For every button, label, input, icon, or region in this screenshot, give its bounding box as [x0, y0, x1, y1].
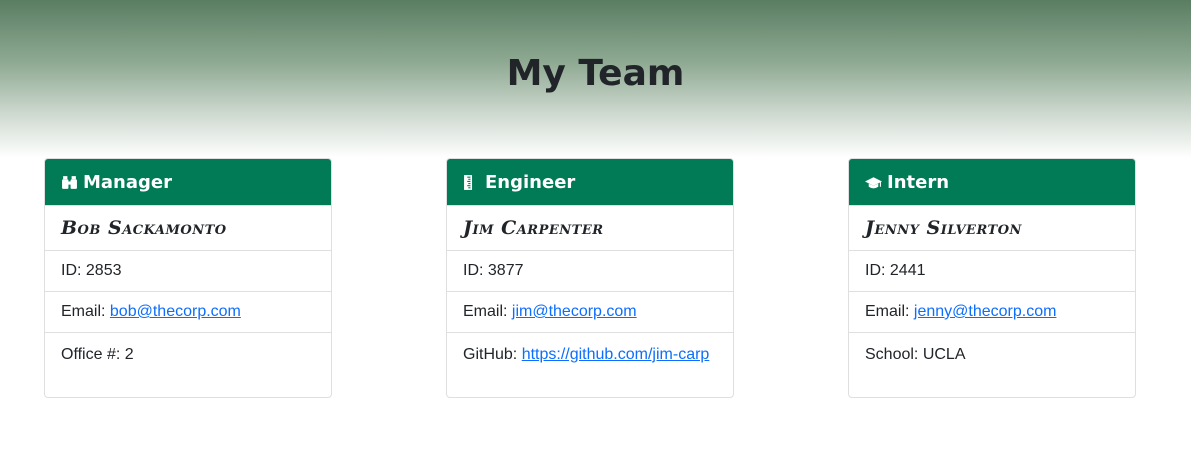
member-name: Jenny Silverton	[849, 205, 1135, 250]
email-link[interactable]: bob@thecorp.com	[110, 303, 241, 321]
member-github-row: GitHub: https://github.com/jim-carp	[447, 332, 733, 367]
email-label: Email:	[463, 303, 512, 320]
card-role: Manager	[83, 171, 172, 193]
card-role: Intern	[887, 171, 950, 193]
email-label: Email:	[865, 303, 914, 320]
member-id: ID: 2441	[849, 250, 1135, 291]
member-name: Jim Carpenter	[447, 205, 733, 250]
page-header: My Team	[0, 0, 1191, 158]
page-title: My Team	[506, 53, 685, 94]
card-header: Intern	[849, 159, 1135, 205]
member-email-row: Email: jenny@thecorp.com	[849, 291, 1135, 332]
member-office: Office #: 2	[45, 332, 331, 367]
github-link[interactable]: https://github.com/jim-carp	[522, 346, 710, 363]
engineer-card: Engineer Jim Carpenter ID: 3877 Email: j…	[446, 158, 734, 398]
member-email-row: Email: bob@thecorp.com	[45, 291, 331, 332]
manager-card: Manager Bob Sackamonto ID: 2853 Email: b…	[44, 158, 332, 398]
member-school: School: UCLA	[849, 332, 1135, 367]
card-header: Manager	[45, 159, 331, 205]
card-role: Engineer	[485, 171, 576, 193]
email-link[interactable]: jenny@thecorp.com	[914, 303, 1057, 321]
member-name: Bob Sackamonto	[45, 205, 331, 250]
member-id: ID: 3877	[447, 250, 733, 291]
github-label: GitHub:	[463, 346, 522, 363]
intern-card: Intern Jenny Silverton ID: 2441 Email: j…	[848, 158, 1136, 398]
ruler-icon	[463, 174, 480, 191]
email-link[interactable]: jim@thecorp.com	[512, 303, 637, 321]
graduation-cap-icon	[865, 174, 882, 191]
email-label: Email:	[61, 303, 110, 320]
binoculars-icon	[61, 174, 78, 191]
card-header: Engineer	[447, 159, 733, 205]
member-email-row: Email: jim@thecorp.com	[447, 291, 733, 332]
member-id: ID: 2853	[45, 250, 331, 291]
